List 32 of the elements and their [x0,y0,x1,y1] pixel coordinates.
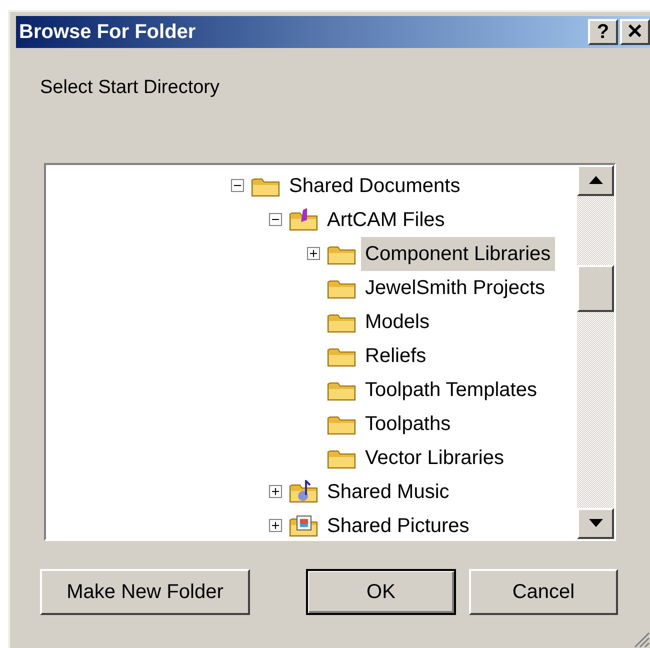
tree-item[interactable]: Models [361,304,434,338]
dialog-button[interactable]: Make New Folder [40,568,250,614]
tree-item[interactable]: ArtCAM Files [323,202,449,236]
tree-item[interactable]: Toolpaths [361,406,455,440]
tree-item[interactable]: Shared Pictures [323,508,474,538]
dialog-button[interactable]: OK [306,568,456,614]
collapse-icon[interactable] [230,179,244,192]
folder-icon [289,208,318,232]
expand-icon[interactable] [268,485,282,498]
tree-item[interactable]: Shared Music [323,474,454,508]
prompt-text: Select Start Directory [40,76,220,100]
folder-icon [289,480,318,504]
tree-item[interactable]: JewelSmith Projects [361,270,550,304]
scrollbar[interactable] [577,164,614,538]
folder-icon [289,514,318,538]
dialog-button[interactable]: Cancel [469,568,618,614]
collapse-icon[interactable] [268,213,282,226]
tree-item[interactable]: Toolpath Templates [361,372,541,406]
tree-item[interactable]: Vector Libraries [361,440,508,474]
up-arrow-icon [588,176,602,184]
expand-icon[interactable] [306,247,320,260]
tree-item[interactable]: Shared Documents [285,168,464,202]
tree-item[interactable]: Reliefs [361,338,430,372]
help-button[interactable]: ? [588,19,618,45]
scroll-up-button[interactable] [577,164,614,196]
expand-icon[interactable] [268,519,282,532]
down-arrow-icon [588,519,602,527]
scroll-thumb[interactable] [577,264,614,312]
close-button[interactable]: ✕ [620,19,650,45]
scroll-down-button[interactable] [577,508,614,538]
tree-item[interactable]: Component Libraries [361,236,555,270]
window-title: Browse For Folder [19,20,197,45]
